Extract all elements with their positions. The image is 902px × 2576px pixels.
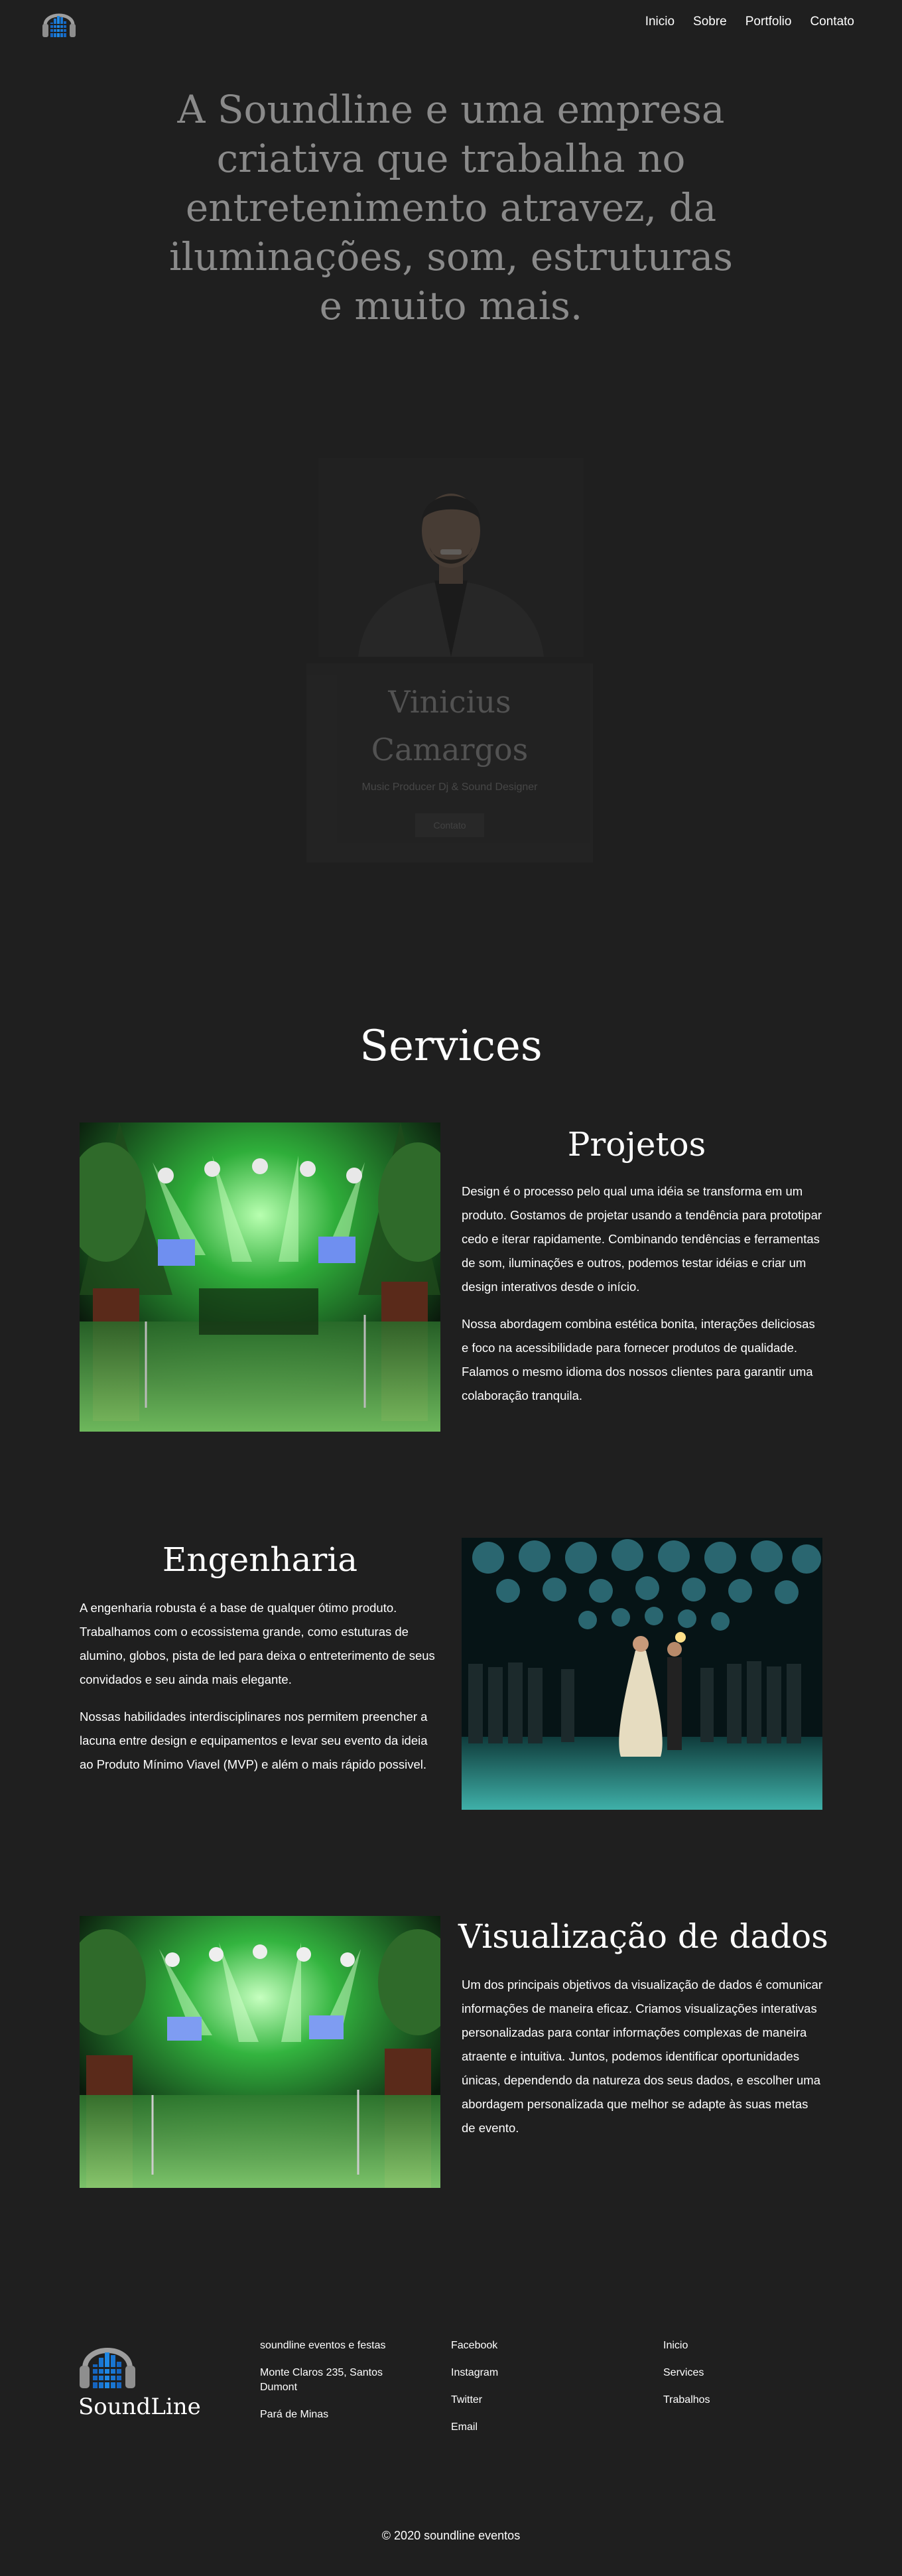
footer-address: Monte Claros 235, Santos Dumont [260, 2367, 383, 2393]
footer-contact-column: soundline eventos e festas Monte Claros … [260, 2339, 413, 2435]
nav-link-sobre[interactable]: Sobre [693, 15, 727, 29]
service-paragraph: Nossas habilidades interdisciplinares no… [80, 1710, 428, 1771]
profile-card-section: Vinicius Camargos Music Producer Dj & So… [306, 451, 593, 862]
service-title-engenharia: Engenharia [162, 1540, 358, 1579]
service-title-visualizacao: Visualização de dados [458, 1917, 828, 1956]
service-text-projetos: Design é o processo pelo qual uma idéia … [462, 1180, 822, 1421]
service-image-visualizacao [80, 1916, 440, 2188]
headphones-logo-icon[interactable] [78, 2335, 137, 2392]
nav-link-contato[interactable]: Contato [810, 15, 854, 29]
service-text-engenharia: A engenharia robusta é a base de qualque… [80, 1596, 443, 1790]
service-paragraph: Nossa abordagem combina estética bonita,… [462, 1317, 815, 1402]
footer-link-inicio[interactable]: Inicio [663, 2339, 796, 2353]
nav-link-inicio[interactable]: Inicio [645, 15, 675, 29]
footer-city: Pará de Minas [260, 2409, 329, 2420]
footer-company-name: soundline eventos e festas [260, 2340, 386, 2351]
hero-headline: A Soundline e uma empresa criativa que t… [168, 87, 734, 328]
footer-link-facebook[interactable]: Facebook [451, 2339, 584, 2353]
profile-photo [318, 458, 584, 657]
footer-link-services[interactable]: Services [663, 2366, 796, 2380]
headphones-logo-icon[interactable] [41, 5, 77, 40]
service-image-engenharia [462, 1538, 822, 1810]
profile-info-card: Vinicius Camargos Music Producer Dj & So… [306, 663, 593, 862]
top-nav: Inicio Sobre Portfolio Contato [0, 0, 902, 46]
service-title-projetos: Projetos [567, 1125, 706, 1164]
footer-link-email[interactable]: Email [451, 2420, 584, 2435]
nav-links: Inicio Sobre Portfolio Contato [645, 15, 854, 29]
footer-link-trabalhos[interactable]: Trabalhos [663, 2393, 796, 2407]
service-text-visualizacao: Um dos principais objetivos da visualiza… [462, 1973, 822, 2153]
footer-brand: SoundLine [78, 2394, 201, 2420]
profile-name: Vinicius Camargos [371, 684, 529, 768]
copyright-text: © 2020 soundline eventos [381, 2529, 521, 2542]
footer-link-instagram[interactable]: Instagram [451, 2366, 584, 2380]
service-image-projetos [80, 1122, 440, 1432]
service-paragraph: Um dos principais objetivos da visualiza… [462, 1978, 822, 2135]
service-paragraph: A engenharia robusta é a base de qualque… [80, 1601, 435, 1686]
profile-role: Music Producer Dj & Sound Designer [361, 781, 538, 793]
footer-nav-column: Inicio Services Trabalhos [663, 2339, 796, 2420]
profile-contact-button[interactable]: Contato [415, 813, 484, 837]
footer-social-column: Facebook Instagram Twitter Email [451, 2339, 584, 2447]
footer-link-twitter[interactable]: Twitter [451, 2393, 584, 2407]
nav-link-portfolio[interactable]: Portfolio [745, 15, 792, 29]
service-paragraph: Design é o processo pelo qual uma idéia … [462, 1184, 822, 1294]
services-heading: Services [359, 1022, 543, 1071]
person-portrait-image [318, 458, 584, 657]
